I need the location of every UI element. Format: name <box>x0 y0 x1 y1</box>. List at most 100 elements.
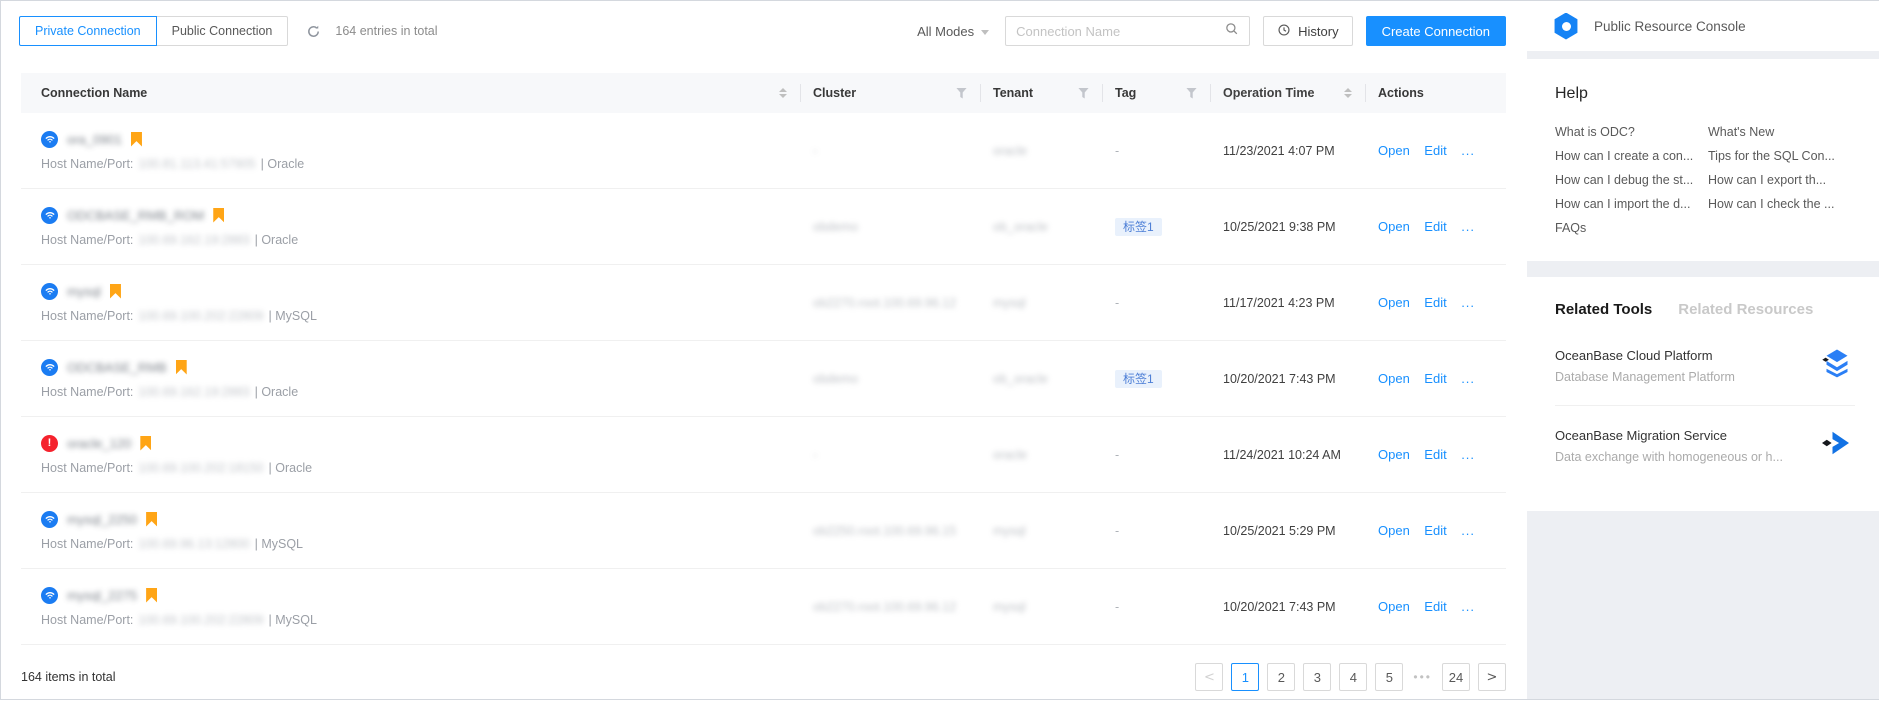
help-card: Help What is ODC? How can I create a con.… <box>1527 59 1879 261</box>
edit-link[interactable]: Edit <box>1424 371 1446 386</box>
help-link[interactable]: How can I import the d... <box>1555 197 1702 211</box>
connection-name[interactable]: mysql_2275 <box>67 588 137 603</box>
bookmark-icon[interactable] <box>175 359 187 375</box>
bookmark-icon[interactable] <box>109 283 121 299</box>
edit-link[interactable]: Edit <box>1424 295 1446 310</box>
cluster-value: ob2270.root.100.69.96.12 <box>813 599 957 614</box>
mode-filter-dropdown[interactable]: All Modes <box>917 23 990 39</box>
open-link[interactable]: Open <box>1378 447 1410 462</box>
tab-related-resources[interactable]: Related Resources <box>1678 301 1813 318</box>
next-page-button[interactable]: > <box>1478 663 1506 691</box>
connection-name[interactable]: mysql <box>67 284 101 299</box>
search-input[interactable] <box>1016 23 1225 39</box>
connection-status-icon <box>41 586 58 604</box>
page-button[interactable]: 3 <box>1303 663 1332 691</box>
prev-page-button[interactable]: < <box>1195 663 1224 691</box>
page-button[interactable]: 1 <box>1231 663 1260 691</box>
related-tool-item[interactable]: OceanBase Migration Service Data exchang… <box>1555 405 1855 485</box>
sort-icon[interactable] <box>779 88 787 98</box>
tag-value: - <box>1115 523 1120 538</box>
more-actions-link[interactable]: ... <box>1461 295 1475 310</box>
more-actions-link[interactable]: ... <box>1461 447 1475 462</box>
col-connection-name[interactable]: Connection Name <box>21 73 801 113</box>
col-tag-label: Tag <box>1115 86 1137 100</box>
tag-value: 标签1 <box>1115 370 1162 388</box>
last-page-button[interactable]: 24 <box>1442 663 1470 691</box>
connection-name[interactable]: ODCBASE_RMB_ROM <box>67 208 204 223</box>
more-actions-link[interactable]: ... <box>1461 219 1475 234</box>
open-link[interactable]: Open <box>1378 599 1410 614</box>
filter-icon[interactable] <box>1078 87 1089 99</box>
related-tabs: Related Tools Related Resources <box>1555 301 1855 318</box>
bookmark-icon[interactable] <box>146 587 158 603</box>
tag-value: - <box>1115 447 1120 462</box>
edit-link[interactable]: Edit <box>1424 599 1446 614</box>
db-type: | Oracle <box>260 156 305 171</box>
help-link[interactable]: FAQs <box>1555 221 1702 235</box>
help-link[interactable]: How can I debug the st... <box>1555 173 1702 187</box>
open-link[interactable]: Open <box>1378 143 1410 158</box>
col-operation-time[interactable]: Operation Time <box>1211 73 1366 113</box>
db-type: | Oracle <box>254 384 299 399</box>
filter-icon[interactable] <box>1186 87 1197 99</box>
open-link[interactable]: Open <box>1378 523 1410 538</box>
bookmark-icon[interactable] <box>130 131 142 147</box>
help-link[interactable]: How can I check the ... <box>1708 197 1855 211</box>
more-actions-link[interactable]: ... <box>1461 599 1475 614</box>
tab-private-connection[interactable]: Private Connection <box>19 16 157 46</box>
table-footer: 164 items in total <1 2 3 4 5 ••• 24 > <box>21 645 1506 709</box>
sort-icon[interactable] <box>1344 88 1352 98</box>
connection-status-icon <box>41 130 58 148</box>
tag-value: 标签1 <box>1115 218 1162 236</box>
more-actions-link[interactable]: ... <box>1461 371 1475 386</box>
col-tag[interactable]: Tag <box>1103 73 1211 113</box>
tag-value: - <box>1115 599 1120 614</box>
related-tools-list: OceanBase Cloud Platform Database Manage… <box>1555 326 1855 485</box>
create-connection-button[interactable]: Create Connection <box>1365 16 1506 46</box>
col-tenant[interactable]: Tenant <box>981 73 1103 113</box>
tab-related-tools[interactable]: Related Tools <box>1555 301 1652 318</box>
connection-name[interactable]: oracle_120 <box>67 436 131 451</box>
filter-icon[interactable] <box>956 87 967 99</box>
host-address: 100.69.100.202:22809 <box>138 612 264 627</box>
mode-filter-label: All Modes <box>917 23 975 39</box>
connection-name[interactable]: mysql_2250 <box>67 512 137 527</box>
console-header: Public Resource Console <box>1527 1 1879 51</box>
bookmark-icon[interactable] <box>146 511 158 527</box>
host-label: Host Name/Port: <box>41 612 134 627</box>
more-actions-link[interactable]: ... <box>1461 143 1475 158</box>
edit-link[interactable]: Edit <box>1424 143 1446 158</box>
help-link[interactable]: How can I export th... <box>1708 173 1855 187</box>
help-link[interactable]: How can I create a con... <box>1555 149 1702 163</box>
connection-name[interactable]: ODCBASE_RMB <box>67 360 167 375</box>
cluster-value: obdemo <box>813 371 859 386</box>
host-address: 100.69.162.19:2883 <box>138 232 250 247</box>
help-link[interactable]: What is ODC? <box>1555 125 1702 139</box>
refresh-icon[interactable] <box>306 24 321 39</box>
page-button[interactable]: 5 <box>1375 663 1404 691</box>
search-icon[interactable] <box>1224 21 1239 41</box>
connection-name[interactable]: ora_0901 <box>67 132 122 147</box>
edit-link[interactable]: Edit <box>1424 219 1446 234</box>
edit-link[interactable]: Edit <box>1424 447 1446 462</box>
bookmark-icon[interactable] <box>140 435 152 451</box>
history-button[interactable]: History <box>1263 16 1353 46</box>
tab-public-connection[interactable]: Public Connection <box>155 16 289 46</box>
more-actions-link[interactable]: ... <box>1461 523 1475 538</box>
search-box <box>1005 16 1251 46</box>
table-row: mysql_2250 Host Name/Port: 100.69.96.13:… <box>21 493 1506 569</box>
edit-link[interactable]: Edit <box>1424 523 1446 538</box>
related-tool-item[interactable]: OceanBase Cloud Platform Database Manage… <box>1555 326 1855 405</box>
page-button[interactable]: 4 <box>1339 663 1368 691</box>
help-link[interactable]: What's New <box>1708 125 1855 139</box>
entries-total: 164 entries in total <box>335 24 438 38</box>
bookmark-icon[interactable] <box>213 207 225 223</box>
open-link[interactable]: Open <box>1378 219 1410 234</box>
page-button[interactable]: 2 <box>1267 663 1296 691</box>
open-link[interactable]: Open <box>1378 295 1410 310</box>
col-cluster[interactable]: Cluster <box>801 73 981 113</box>
help-link[interactable]: Tips for the SQL Con... <box>1708 149 1855 163</box>
pagination-ellipsis[interactable]: ••• <box>1413 670 1432 684</box>
open-link[interactable]: Open <box>1378 371 1410 386</box>
connections-page: Private Connection Public Connection 164… <box>1 1 1526 699</box>
